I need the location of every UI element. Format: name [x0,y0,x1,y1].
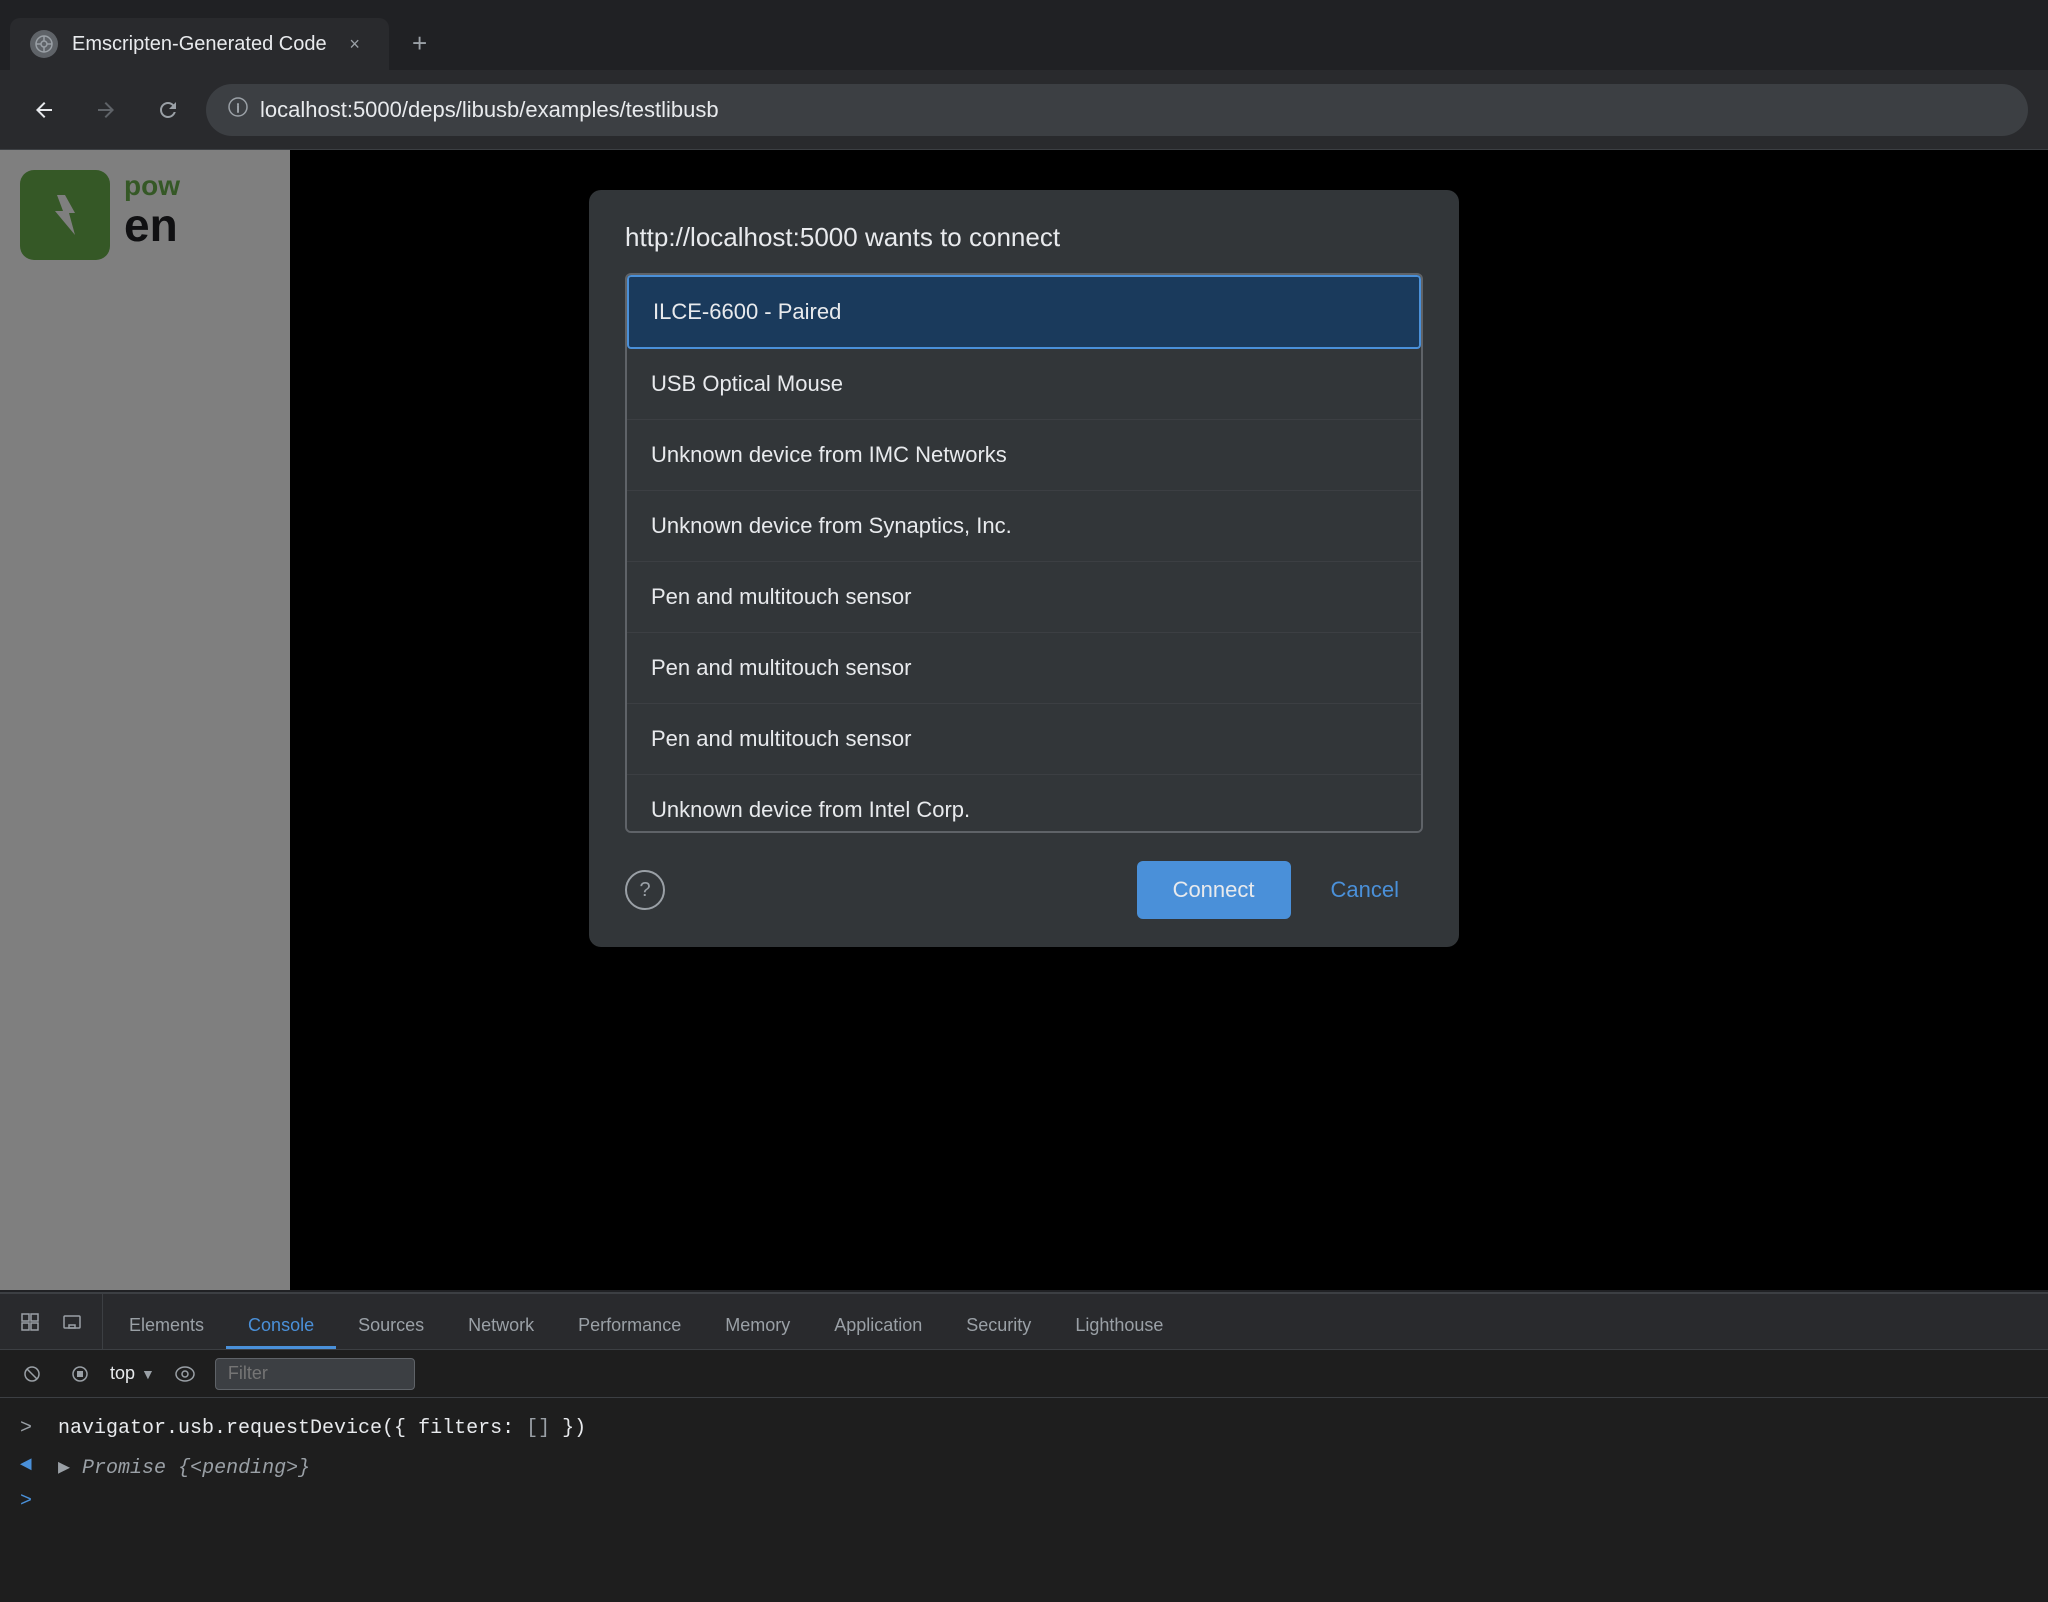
responsive-mode-icon[interactable] [52,1302,92,1342]
tab-application[interactable]: Application [812,1305,944,1349]
clear-console-icon[interactable] [14,1356,50,1392]
tab-bar: Emscripten-Generated Code × + [0,0,2048,70]
cancel-button[interactable]: Cancel [1307,861,1423,919]
console-toolbar: top ▼ [0,1350,2048,1398]
console-prompt-chevron: > [20,1414,44,1444]
forward-button[interactable] [82,86,130,134]
usb-dialog-overlay: http://localhost:5000 wants to connect I… [0,150,2048,1290]
device-item-7[interactable]: Unknown device from Intel Corp. [627,775,1421,833]
address-bar[interactable]: localhost:5000/deps/libusb/examples/test… [206,84,2028,136]
page-content: pow en http://localhost:5000 wants to co… [0,150,2048,1290]
device-item-5[interactable]: Pen and multitouch sensor [627,633,1421,704]
help-button[interactable]: ? [625,870,665,910]
dialog-footer: ? Connect Cancel [589,833,1459,947]
devtools-tabs-container: Elements Console Sources Network Perform… [103,1294,1189,1349]
tab-favicon [30,30,58,58]
nav-bar: localhost:5000/deps/libusb/examples/test… [0,70,2048,150]
elements-picker-icon[interactable] [10,1302,50,1342]
devtools-top-bar: Elements Console Sources Network Perform… [0,1294,2048,1350]
device-item-4[interactable]: Pen and multitouch sensor [627,562,1421,633]
tab-performance[interactable]: Performance [556,1305,703,1349]
address-text: localhost:5000/deps/libusb/examples/test… [260,97,719,123]
device-item-1[interactable]: USB Optical Mouse [627,349,1421,420]
back-button[interactable] [20,86,68,134]
filter-input[interactable] [215,1358,415,1390]
reload-button[interactable] [144,86,192,134]
connect-button[interactable]: Connect [1137,861,1291,919]
tab-lighthouse[interactable]: Lighthouse [1053,1305,1185,1349]
console-result-line: ◄ ▶ Promise {<pending>} [20,1454,2028,1480]
tab-console[interactable]: Console [226,1305,336,1349]
console-input-line: > navigator.usb.requestDevice({ filters:… [20,1414,2028,1444]
tab-sources[interactable]: Sources [336,1305,446,1349]
stop-icon[interactable] [62,1356,98,1392]
device-item-3[interactable]: Unknown device from Synaptics, Inc. [627,491,1421,562]
tab-network[interactable]: Network [446,1305,556,1349]
console-result-text: ▶ Promise {<pending>} [58,1454,310,1480]
device-list: ILCE-6600 - Paired USB Optical Mouse Unk… [625,273,1423,833]
console-output: > navigator.usb.requestDevice({ filters:… [0,1398,2048,1529]
context-selector[interactable]: top ▼ [110,1363,155,1384]
console-command: navigator.usb.requestDevice({ filters: [… [58,1414,586,1444]
context-label: top [110,1363,135,1384]
browser-chrome: Emscripten-Generated Code × + [0,0,2048,150]
device-item-2[interactable]: Unknown device from IMC Networks [627,420,1421,491]
filter-by-type-icon[interactable] [167,1356,203,1392]
tab-close-button[interactable]: × [341,30,369,58]
console-cursor: > [20,1490,32,1513]
new-tab-button[interactable]: + [395,18,445,68]
device-item-6[interactable]: Pen and multitouch sensor [627,704,1421,775]
dialog-title: http://localhost:5000 wants to connect [589,190,1459,273]
devtools-panel: Elements Console Sources Network Perform… [0,1292,2048,1602]
tab-title: Emscripten-Generated Code [72,33,327,56]
usb-connect-dialog: http://localhost:5000 wants to connect I… [589,190,1459,947]
info-icon [228,97,248,123]
tab-elements[interactable]: Elements [107,1305,226,1349]
devtools-left-icons [0,1294,103,1349]
device-item-0[interactable]: ILCE-6600 - Paired [627,275,1421,349]
tab-security[interactable]: Security [944,1305,1053,1349]
console-active-line[interactable]: > [20,1490,2028,1513]
context-chevron: ▼ [141,1366,155,1382]
active-tab[interactable]: Emscripten-Generated Code × [10,18,389,70]
dialog-action-buttons: Connect Cancel [1137,861,1423,919]
console-result-arrow: ◄ [20,1454,44,1477]
tab-memory[interactable]: Memory [703,1305,812,1349]
